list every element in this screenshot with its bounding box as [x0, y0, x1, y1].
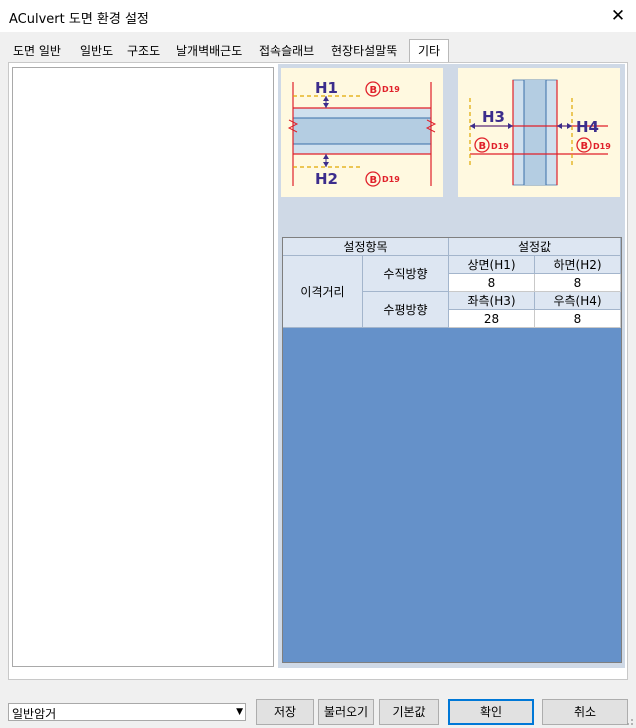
- horizontal-spacing-diagram: H3 H4 B D19 B D19: [458, 68, 620, 197]
- h3-label: H3: [482, 108, 505, 126]
- header-item: 설정항목: [283, 238, 449, 256]
- label-bottom-h2: 하면(H2): [535, 256, 621, 274]
- cancel-button[interactable]: 취소: [542, 699, 628, 725]
- vertical-spacing-diagram: H1 H2 B D19 B D19: [281, 68, 443, 197]
- horizontal-spacing-drawing: H3 H4 B D19 B D19: [469, 79, 611, 186]
- label-left-h3: 좌측(H3): [449, 292, 535, 310]
- chevron-down-icon: ▼: [236, 707, 243, 717]
- preset-combobox-value: 일반암거: [12, 707, 57, 721]
- svg-text:B: B: [581, 141, 589, 152]
- tab-other[interactable]: 기타: [409, 39, 450, 63]
- value-h2[interactable]: 8: [535, 274, 621, 292]
- header-value: 설정값: [449, 238, 621, 256]
- load-button[interactable]: 불러오기: [318, 699, 374, 725]
- tab-cast-in-place-pile[interactable]: 현장타설말뚝: [331, 42, 397, 60]
- row-horizontal-direction: 수평방향: [363, 292, 449, 328]
- value-h4[interactable]: 8: [535, 310, 621, 328]
- preset-combobox[interactable]: 일반암거 ▼: [8, 703, 246, 721]
- preview-area: [12, 67, 274, 667]
- close-button[interactable]: ✕: [606, 4, 630, 28]
- rebar-badge-text: D19: [593, 142, 611, 151]
- svg-text:B: B: [370, 85, 378, 96]
- save-button[interactable]: 저장: [256, 699, 314, 725]
- h2-label: H2: [315, 170, 338, 188]
- close-icon: ✕: [610, 6, 626, 26]
- h1-label: H1: [315, 79, 338, 97]
- vertical-spacing-drawing: H1 H2 B D19 B D19: [287, 79, 437, 188]
- label-right-h4: 우측(H4): [535, 292, 621, 310]
- row-vertical-direction: 수직방향: [363, 256, 449, 292]
- tab-general-view[interactable]: 일반도: [80, 42, 113, 60]
- default-button[interactable]: 기본값: [379, 699, 439, 725]
- group-spacing: 이격거리: [283, 256, 363, 328]
- tab-approach-slab[interactable]: 접속슬래브: [259, 42, 314, 60]
- resize-grip-icon[interactable]: [624, 716, 634, 726]
- window-title: ACulvert 도면 환경 설정: [9, 12, 149, 27]
- ok-button[interactable]: 확인: [448, 699, 534, 725]
- rebar-badge-text: D19: [382, 175, 400, 184]
- label-top-h1: 상면(H1): [449, 256, 535, 274]
- svg-text:B: B: [370, 175, 378, 186]
- svg-text:B: B: [479, 141, 487, 152]
- value-h1[interactable]: 8: [449, 274, 535, 292]
- settings-grid: 설정항목 설정값 이격거리 수직방향 상면(H1) 하면(H2) 8 8 수평방…: [282, 237, 622, 663]
- value-h3[interactable]: 28: [449, 310, 535, 328]
- rebar-badge-text: D19: [382, 85, 400, 94]
- h4-label: H4: [576, 118, 599, 136]
- tab-wingwall-rebar[interactable]: 날개벽배근도: [176, 42, 242, 60]
- tab-drawing-general[interactable]: 도면 일반: [13, 42, 61, 60]
- tab-structure[interactable]: 구조도: [127, 42, 160, 60]
- rebar-badge-text: D19: [491, 142, 509, 151]
